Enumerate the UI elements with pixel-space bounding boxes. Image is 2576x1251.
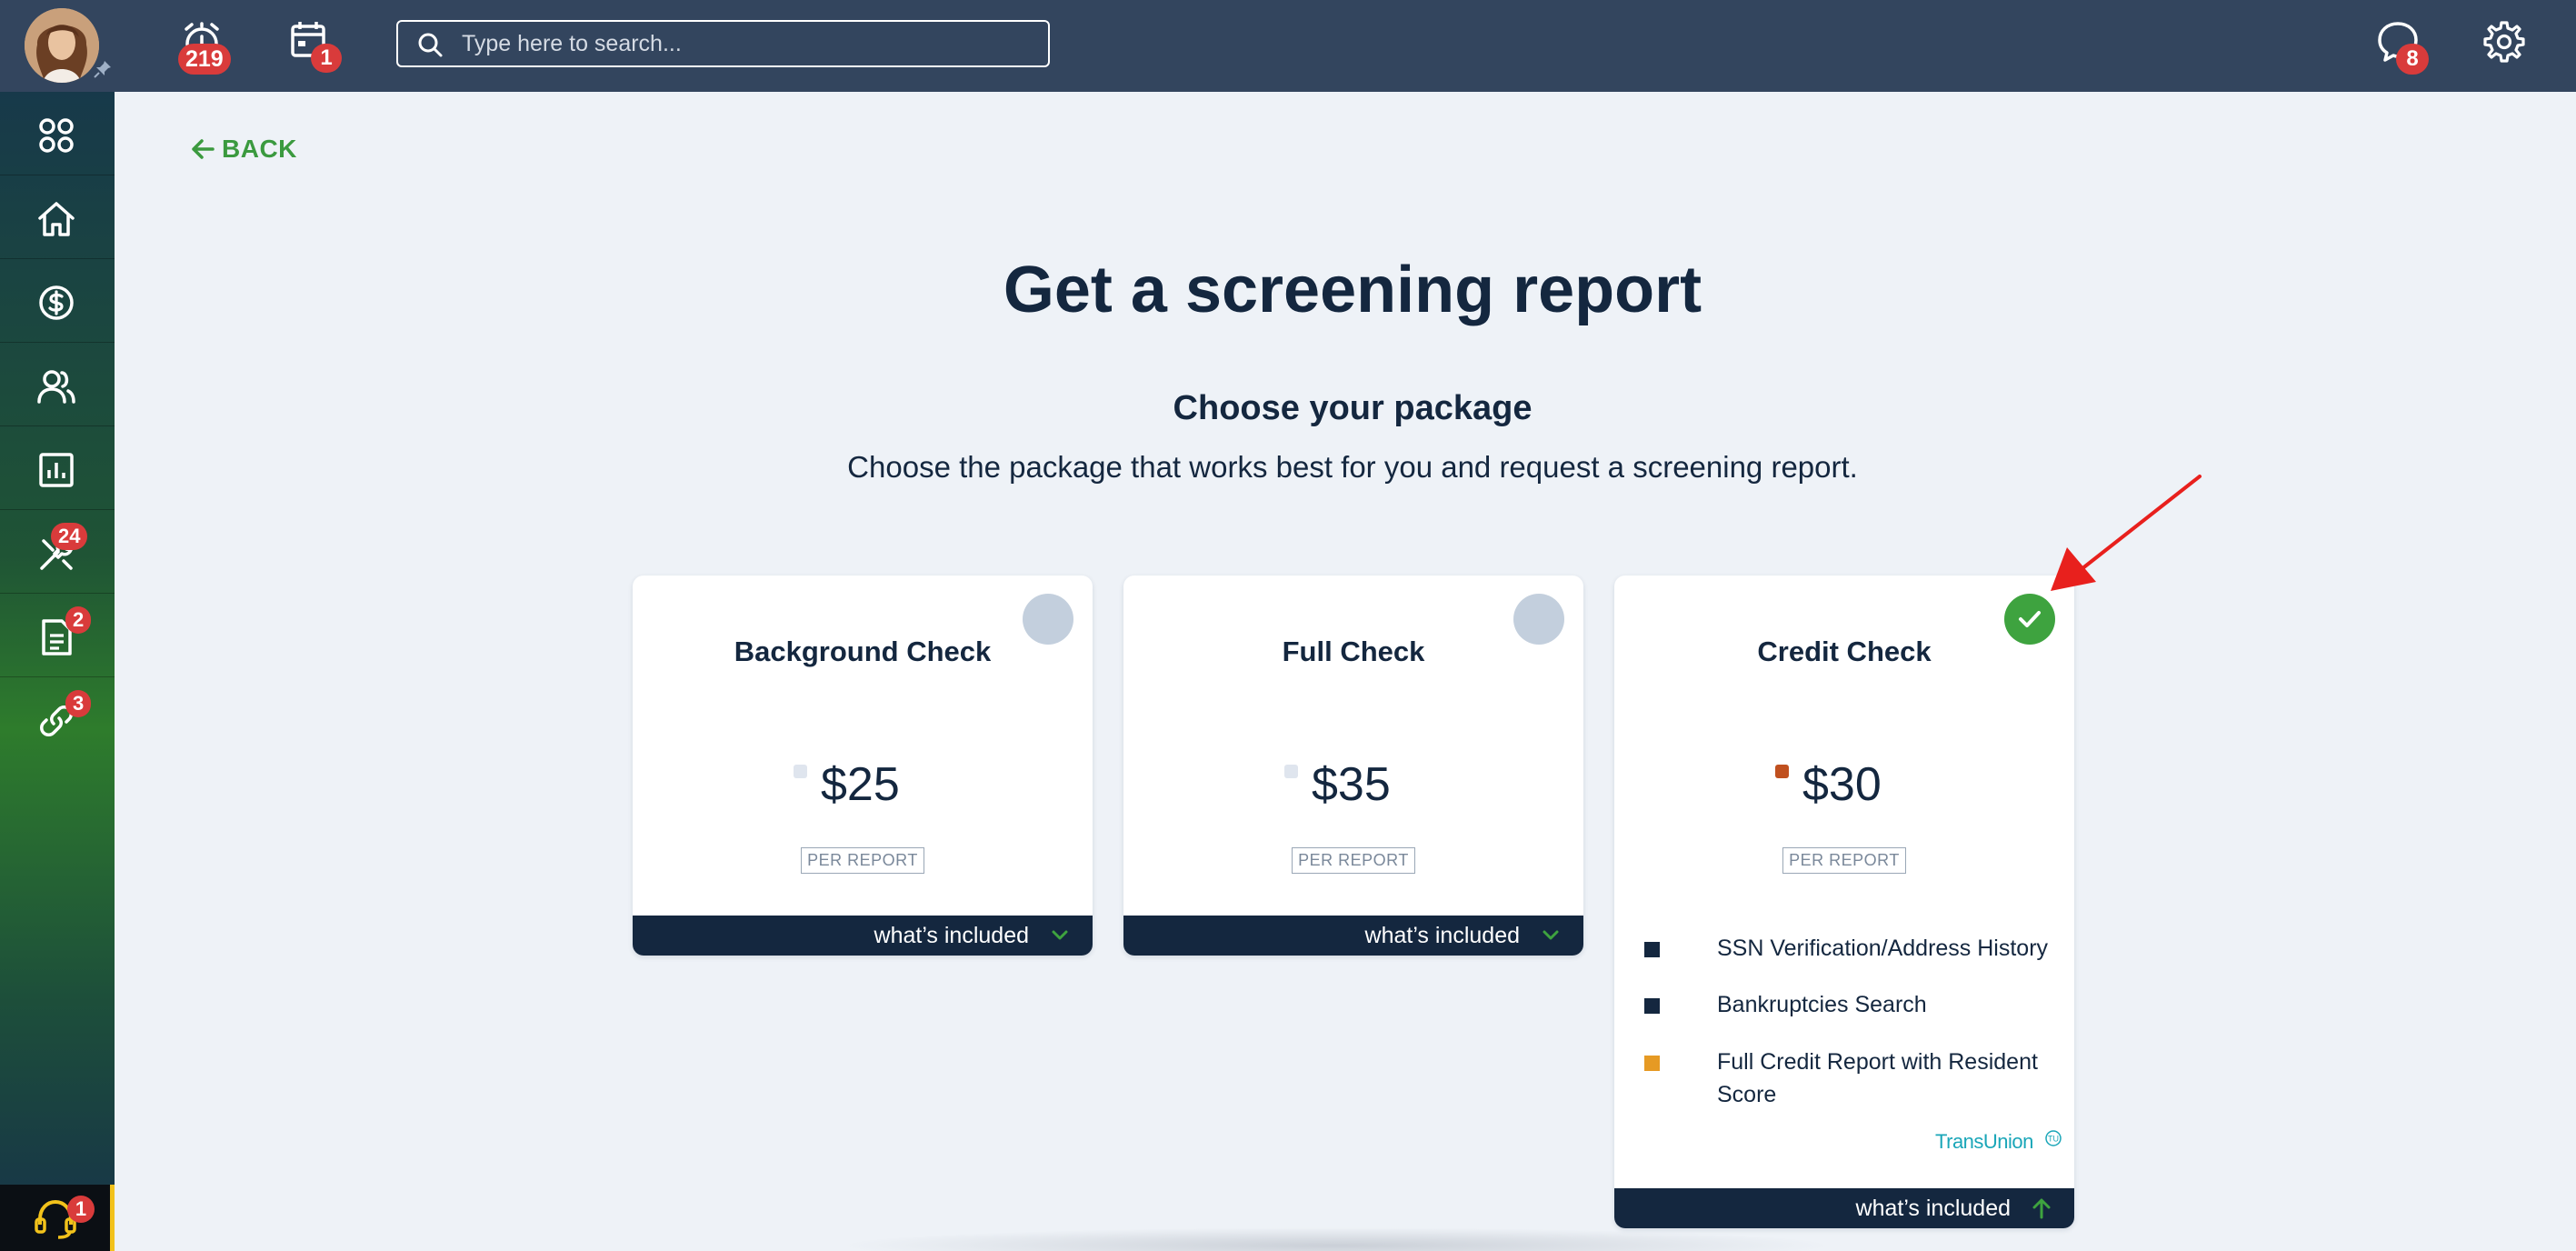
whats-included-toggle[interactable]: what’s included	[1123, 916, 1583, 956]
feature-text: SSN Verification/Address History	[1717, 936, 2049, 961]
checkmark-icon	[2019, 611, 2041, 627]
arrow-left-icon	[192, 139, 215, 159]
sidebar-badge-maintenance: 24	[51, 523, 88, 550]
back-link[interactable]: BACK	[191, 135, 297, 164]
page-title: Get a screening report	[1003, 254, 1702, 326]
alarm-badge: 219	[178, 44, 231, 75]
package-selected-check[interactable]	[2004, 594, 2055, 645]
feature-bullet	[1644, 942, 1660, 957]
package-name: Background Check	[734, 636, 992, 667]
price-dot	[794, 765, 807, 778]
package-name: Credit Check	[1757, 636, 1932, 667]
sidebar-badge-links: 3	[65, 690, 92, 717]
annotation-arrow-icon	[2051, 475, 2202, 591]
per-report-label: PER REPORT	[1782, 847, 1906, 874]
back-label: BACK	[222, 135, 297, 163]
top-bar: 219 1 8	[0, 0, 2576, 92]
package-card-background-check[interactable]: Background Check $25 PER REPORT what’s i…	[633, 575, 1093, 956]
svg-text:TU: TU	[2048, 1135, 2059, 1144]
home-icon	[38, 202, 75, 236]
package-card-credit-check[interactable]: Credit Check $30 PER REPORT SSN Verifica…	[1614, 575, 2074, 1228]
sidebar-item-documents[interactable]: 2	[0, 594, 115, 677]
package-name: Full Check	[1282, 636, 1425, 667]
sidebar-item-apps[interactable]	[0, 92, 115, 175]
search-input[interactable]	[462, 22, 1025, 65]
search-icon	[418, 33, 443, 57]
whats-included-label: what’s included	[1364, 923, 1520, 948]
chevron-down-icon	[1543, 930, 1559, 940]
package-card-full-check[interactable]: Full Check $35 PER REPORT what’s include…	[1123, 575, 1583, 956]
price-dot	[1775, 765, 1789, 778]
transunion-mark-icon: TU	[2045, 1130, 2062, 1146]
support-button[interactable]: 1	[0, 1185, 115, 1251]
section-subtitle: Choose your package	[1173, 389, 1533, 427]
transunion-logo: TransUnion	[1935, 1130, 2033, 1153]
avatar[interactable]	[25, 8, 99, 83]
whats-included-toggle[interactable]: what’s included	[633, 916, 1093, 956]
feature-text: Bankruptcies Search	[1717, 992, 1927, 1017]
sidebar-item-home[interactable]	[0, 175, 115, 259]
package-price: $30	[1802, 758, 1882, 811]
package-select-radio[interactable]	[1023, 594, 1073, 645]
chevron-down-icon	[1052, 930, 1068, 940]
sidebar-item-links[interactable]: 3	[0, 677, 115, 761]
calendar-badge: 1	[311, 44, 342, 73]
support-badge: 1	[67, 1196, 95, 1223]
whats-included-toggle[interactable]: what’s included	[1614, 1188, 2074, 1228]
per-report-label: PER REPORT	[1292, 847, 1415, 874]
pin-icon[interactable]	[94, 60, 112, 78]
per-report-label: PER REPORT	[801, 847, 924, 874]
messages-badge: 8	[2396, 44, 2429, 75]
package-price: $35	[1312, 758, 1391, 811]
arrow-up-icon	[2032, 1198, 2051, 1219]
apps-grid-icon	[39, 118, 74, 153]
whats-included-label: what’s included	[1855, 1196, 2011, 1221]
search-box[interactable]	[396, 20, 1050, 67]
sidebar-item-maintenance[interactable]: 24	[0, 510, 115, 594]
package-select-radio[interactable]	[1513, 594, 1564, 645]
feature-text: Full Credit Report with Resident Score	[1717, 1049, 2038, 1107]
feature-bullet	[1644, 1056, 1660, 1071]
feature-bullet	[1644, 998, 1660, 1014]
whats-included-label: what’s included	[874, 923, 1029, 948]
price-dot	[1284, 765, 1298, 778]
sidebar-badge-documents: 2	[65, 606, 92, 634]
bottom-shadow	[836, 1227, 1836, 1251]
package-price: $25	[821, 758, 900, 811]
gear-icon[interactable]	[2480, 18, 2527, 65]
